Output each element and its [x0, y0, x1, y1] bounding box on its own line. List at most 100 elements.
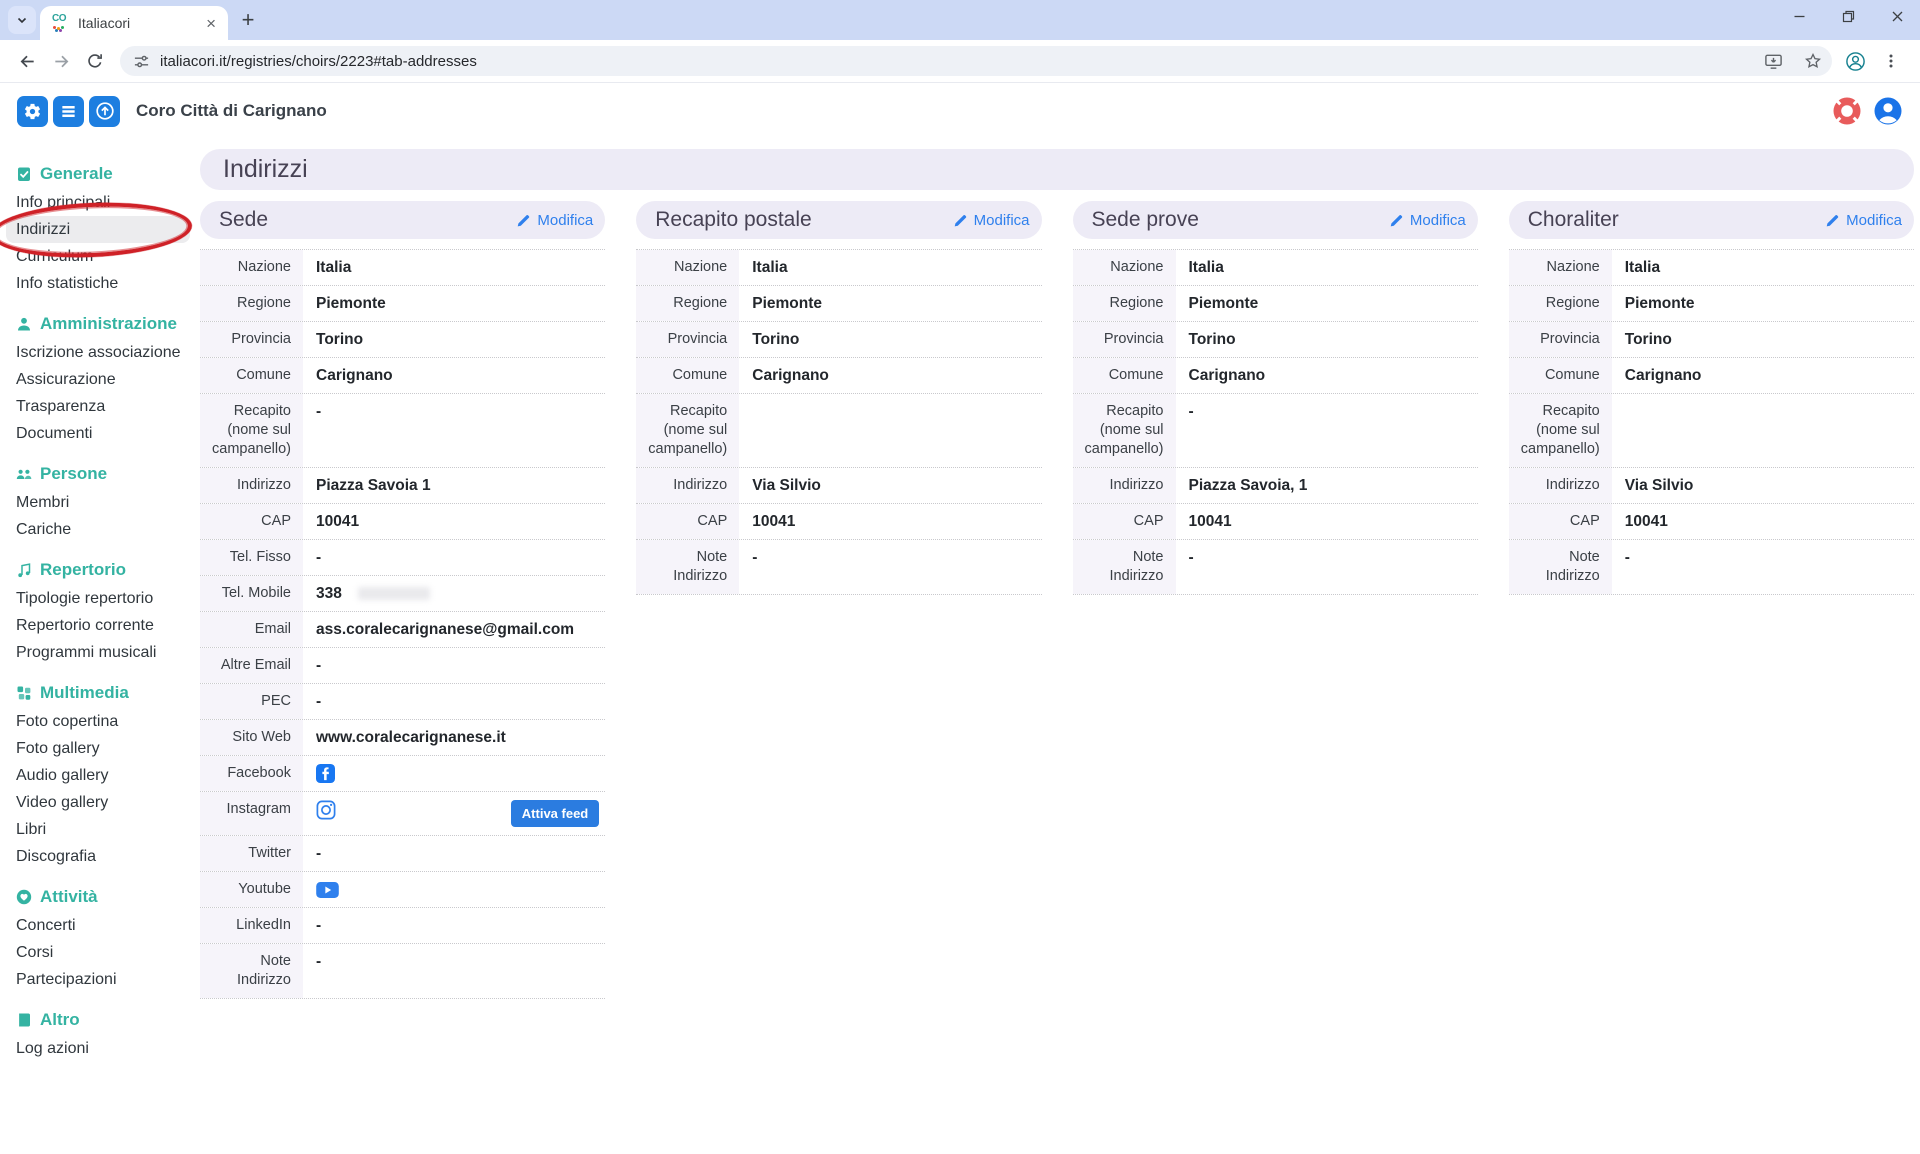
install-icon	[1764, 52, 1783, 71]
sidebar-item-info-statistiche[interactable]: Info statistiche	[6, 270, 190, 297]
field-row-nazione: NazioneItalia	[1073, 249, 1478, 285]
account-button[interactable]	[1873, 96, 1903, 126]
menu-button[interactable]	[53, 96, 84, 127]
sidebar-item-programmi-musicali[interactable]: Programmi musicali	[6, 639, 190, 666]
edit-label: Modifica	[537, 212, 593, 229]
page-title-bar: Indirizzi	[200, 149, 1914, 190]
sidebar-item-video-gallery[interactable]: Video gallery	[6, 789, 190, 816]
field-value: www.coralecarignanese.it	[316, 728, 506, 747]
field-label: Recapito (nome sul campanello)	[1509, 394, 1612, 467]
field-row-indirizzo: IndirizzoPiazza Savoia 1	[200, 467, 605, 503]
back-button[interactable]	[10, 44, 44, 78]
bookmark-button[interactable]	[1798, 46, 1828, 76]
field-value: Carignano	[1189, 366, 1266, 385]
profile-button[interactable]	[1840, 46, 1870, 76]
field-row-note-indirizzo: Note Indirizzo-	[1073, 539, 1478, 595]
settings-button[interactable]	[17, 96, 48, 127]
sidebar-section-title: Persone	[40, 464, 107, 484]
field-label: Nazione	[1509, 250, 1612, 285]
sidebar-item-partecipazioni[interactable]: Partecipazioni	[6, 966, 190, 993]
edit-button[interactable]: Modifica	[516, 212, 593, 229]
profile-avatar-icon	[1845, 51, 1866, 72]
field-label: Regione	[636, 286, 739, 321]
field-row-cap: CAP10041	[1073, 503, 1478, 539]
sidebar-item-corsi[interactable]: Corsi	[6, 939, 190, 966]
field-value: Italia	[1625, 258, 1660, 277]
field-value: Carignano	[752, 366, 829, 385]
restore-button[interactable]	[1842, 10, 1855, 23]
sidebar-item-iscrizione-associazione[interactable]: Iscrizione associazione	[6, 339, 190, 366]
sidebar-item-indirizzi[interactable]: Indirizzi	[6, 216, 190, 243]
field-value: -	[316, 548, 321, 567]
sidebar-item-foto-gallery[interactable]: Foto gallery	[6, 735, 190, 762]
field-label: Instagram	[200, 792, 303, 835]
field-label: Indirizzo	[200, 468, 303, 503]
youtube-icon[interactable]	[316, 880, 339, 898]
sidebar-section-generale: GeneraleInfo principaliIndirizziCurricul…	[16, 162, 200, 297]
edit-button[interactable]: Modifica	[1389, 212, 1466, 229]
sidebar-item-trasparenza[interactable]: Trasparenza	[6, 393, 190, 420]
field-row-nazione: Nazione Italia	[1509, 249, 1914, 285]
sidebar-item-documenti[interactable]: Documenti	[6, 420, 190, 447]
field-row-recapito-nome-sul-campanello: Recapito (nome sul campanello)	[1509, 393, 1914, 467]
pencil-icon	[953, 213, 968, 228]
field-label: Nazione	[200, 250, 303, 285]
tab-search-button[interactable]	[8, 6, 36, 34]
book-icon	[16, 1012, 32, 1028]
sidebar-section-multimedia: MultimediaFoto copertinaFoto galleryAudi…	[16, 681, 200, 870]
forward-arrow-icon	[52, 52, 71, 71]
edit-label: Modifica	[1410, 212, 1466, 229]
sidebar-item-concerti[interactable]: Concerti	[6, 912, 190, 939]
site-info-icon[interactable]	[133, 53, 150, 70]
field-label: Comune	[1509, 358, 1612, 393]
field-label: Note Indirizzo	[636, 540, 739, 594]
edit-button[interactable]: Modifica	[953, 212, 1030, 229]
sidebar-item-repertorio-corrente[interactable]: Repertorio corrente	[6, 612, 190, 639]
sidebar-item-info-principali[interactable]: Info principali	[6, 189, 190, 216]
main-content: Indirizzi SedeModificaNazioneItaliaRegio…	[200, 139, 1920, 1154]
field-row-provincia: ProvinciaTorino	[1073, 321, 1478, 357]
forward-button[interactable]	[44, 44, 78, 78]
url-bar[interactable]: italiacori.it/registries/choirs/2223#tab…	[120, 46, 1832, 76]
sidebar-section-title: Repertorio	[40, 560, 126, 580]
attiva-feed-button[interactable]: Attiva feed	[511, 800, 599, 827]
field-row-regione: RegionePiemonte	[200, 285, 605, 321]
field-row-sito-web: Sito Webwww.coralecarignanese.it	[200, 719, 605, 755]
sidebar-item-log-azioni[interactable]: Log azioni	[6, 1035, 190, 1062]
browser-menu-button[interactable]	[1876, 46, 1906, 76]
close-button[interactable]	[1891, 10, 1904, 23]
sidebar-item-foto-copertina[interactable]: Foto copertina	[6, 708, 190, 735]
instagram-icon[interactable]	[316, 800, 336, 820]
new-tab-button[interactable]: +	[234, 6, 262, 34]
reload-button[interactable]	[78, 44, 112, 78]
sidebar-item-assicurazione[interactable]: Assicurazione	[6, 366, 190, 393]
field-label: Comune	[1073, 358, 1176, 393]
sidebar-item-curriculum[interactable]: Curriculum	[6, 243, 190, 270]
browser-tab-strip: CO Italiacori × +	[0, 0, 1920, 40]
card-title: Sede prove	[1092, 208, 1199, 232]
field-value: -	[752, 548, 757, 567]
field-label: Tel. Fisso	[200, 540, 303, 575]
minimize-button[interactable]	[1793, 10, 1806, 23]
sidebar-item-tipologie-repertorio[interactable]: Tipologie repertorio	[6, 585, 190, 612]
sidebar-item-discografia[interactable]: Discografia	[6, 843, 190, 870]
field-row-provincia: ProvinciaTorino	[200, 321, 605, 357]
field-label: CAP	[636, 504, 739, 539]
browser-tab[interactable]: CO Italiacori ×	[40, 6, 228, 40]
sidebar-item-audio-gallery[interactable]: Audio gallery	[6, 762, 190, 789]
card-title: Choraliter	[1528, 208, 1619, 232]
install-app-button[interactable]	[1758, 46, 1788, 76]
facebook-icon[interactable]	[316, 764, 335, 783]
field-row-provincia: ProvinciaTorino	[636, 321, 1041, 357]
help-button[interactable]	[1832, 96, 1862, 126]
field-label: Facebook	[200, 756, 303, 791]
sidebar-item-libri[interactable]: Libri	[6, 816, 190, 843]
upload-button[interactable]	[89, 96, 120, 127]
browser-toolbar: italiacori.it/registries/choirs/2223#tab…	[0, 40, 1920, 83]
sidebar-item-membri[interactable]: Membri	[6, 489, 190, 516]
tab-close-icon[interactable]: ×	[202, 15, 220, 32]
card-sede-prove: Sede proveModificaNazioneItaliaRegionePi…	[1073, 201, 1478, 595]
sidebar-item-cariche[interactable]: Cariche	[6, 516, 190, 543]
address-cards: SedeModificaNazioneItaliaRegionePiemonte…	[200, 201, 1914, 999]
edit-button[interactable]: Modifica	[1825, 212, 1902, 229]
